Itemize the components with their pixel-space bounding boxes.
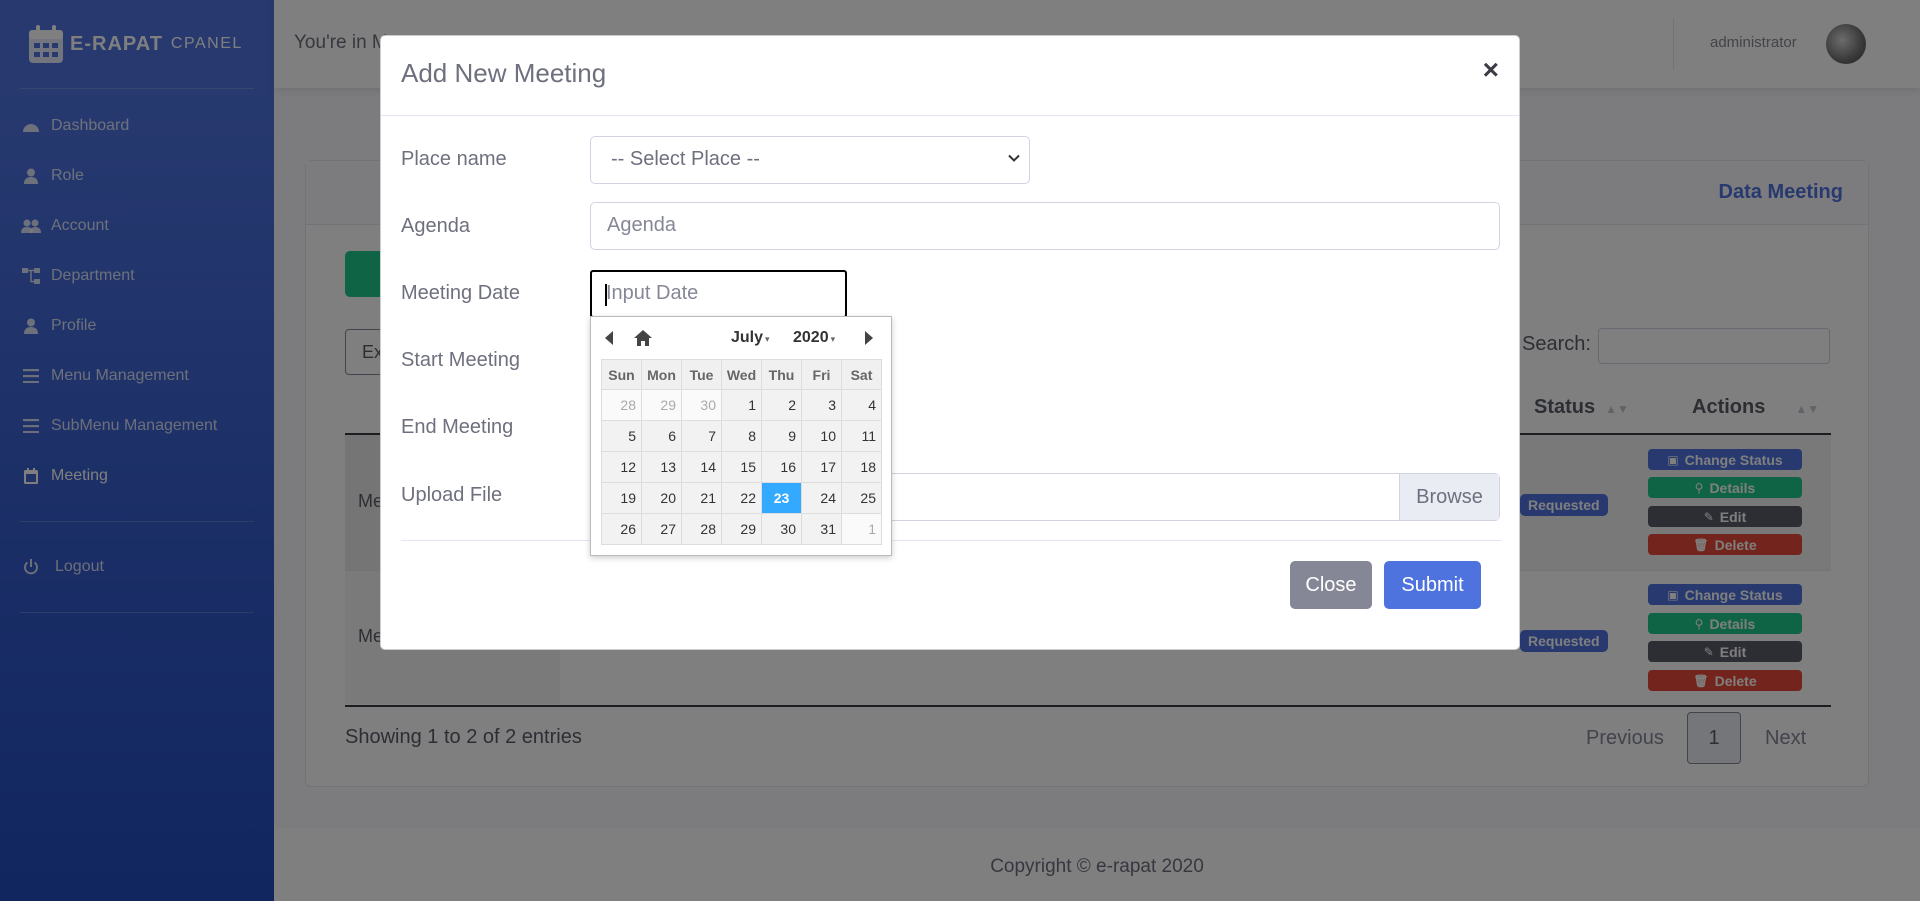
- calendar-day[interactable]: 16: [761, 451, 802, 483]
- agenda-label: Agenda: [401, 215, 470, 237]
- modal-header: Add New Meeting ×: [381, 36, 1519, 116]
- end-meeting-label: End Meeting: [401, 416, 514, 438]
- place-selected-value: -- Select Place --: [611, 148, 760, 170]
- calendar-day[interactable]: 30: [681, 389, 722, 421]
- calendar-day[interactable]: 1: [721, 389, 762, 421]
- month-label: July: [731, 329, 764, 346]
- add-meeting-modal: Add New Meeting × Place name -- Select P…: [380, 35, 1520, 650]
- calendar-day[interactable]: 9: [761, 420, 802, 452]
- meeting-date-label: Meeting Date: [401, 282, 520, 304]
- datepicker-header: July ▾ 2020 ▾: [591, 317, 891, 357]
- calendar-day[interactable]: 31: [801, 513, 842, 545]
- calendar-day[interactable]: 17: [801, 451, 842, 483]
- weekday-header: Tue: [681, 359, 722, 390]
- next-month-icon[interactable]: [863, 331, 873, 345]
- start-meeting-label: Start Meeting: [401, 349, 520, 371]
- modal-title: Add New Meeting: [401, 58, 607, 88]
- calendar-day-selected[interactable]: 23: [761, 482, 802, 514]
- calendar-grid: Sun Mon Tue Wed Thu Fri Sat 28 29 30 1 2…: [601, 359, 882, 545]
- calendar-day[interactable]: 12: [601, 451, 642, 483]
- calendar-day[interactable]: 26: [601, 513, 642, 545]
- weekday-header: Sat: [841, 359, 882, 390]
- weekday-header: Wed: [721, 359, 762, 390]
- calendar-day[interactable]: 29: [721, 513, 762, 545]
- calendar-day[interactable]: 7: [681, 420, 722, 452]
- home-icon[interactable]: [633, 329, 653, 347]
- calendar-day[interactable]: 3: [801, 389, 842, 421]
- year-select[interactable]: 2020 ▾: [793, 329, 835, 347]
- calendar-day[interactable]: 28: [681, 513, 722, 545]
- calendar-day[interactable]: 4: [841, 389, 882, 421]
- prev-month-icon[interactable]: [605, 331, 615, 345]
- calendar-day[interactable]: 13: [641, 451, 682, 483]
- calendar-day[interactable]: 20: [641, 482, 682, 514]
- date-placeholder: Input Date: [606, 282, 699, 304]
- caret-down-icon: ▾: [765, 334, 770, 344]
- calendar-day[interactable]: 15: [721, 451, 762, 483]
- calendar-day[interactable]: 25: [841, 482, 882, 514]
- agenda-placeholder: Agenda: [607, 214, 676, 236]
- calendar-day[interactable]: 5: [601, 420, 642, 452]
- calendar-day[interactable]: 28: [601, 389, 642, 421]
- calendar-day[interactable]: 21: [681, 482, 722, 514]
- place-select[interactable]: -- Select Place --: [590, 136, 1030, 184]
- calendar-day[interactable]: 27: [641, 513, 682, 545]
- close-button[interactable]: Close: [1290, 561, 1372, 609]
- calendar-day[interactable]: 19: [601, 482, 642, 514]
- calendar-day[interactable]: 14: [681, 451, 722, 483]
- place-label: Place name: [401, 148, 507, 170]
- calendar-week: 28 29 30 1 2 3 4: [601, 389, 882, 421]
- calendar-week: 5 6 7 8 9 10 11: [601, 420, 882, 452]
- browse-button[interactable]: Browse: [1399, 474, 1499, 520]
- calendar-day[interactable]: 30: [761, 513, 802, 545]
- meeting-date-input[interactable]: Input Date: [590, 270, 847, 318]
- calendar-day[interactable]: 29: [641, 389, 682, 421]
- calendar-week: 19 20 21 22 23 24 25: [601, 482, 882, 514]
- weekday-header: Sun: [601, 359, 642, 390]
- close-icon[interactable]: ×: [1483, 56, 1499, 84]
- calendar-day[interactable]: 2: [761, 389, 802, 421]
- calendar-day[interactable]: 8: [721, 420, 762, 452]
- upload-file-label: Upload File: [401, 484, 503, 506]
- calendar-week: 12 13 14 15 16 17 18: [601, 451, 882, 483]
- calendar-day[interactable]: 22: [721, 482, 762, 514]
- calendar-day[interactable]: 6: [641, 420, 682, 452]
- weekday-header: Mon: [641, 359, 682, 390]
- calendar-day[interactable]: 18: [841, 451, 882, 483]
- year-label: 2020: [793, 329, 829, 346]
- weekday-header: Thu: [761, 359, 802, 390]
- calendar-day[interactable]: 11: [841, 420, 882, 452]
- weekday-row: Sun Mon Tue Wed Thu Fri Sat: [601, 359, 882, 390]
- agenda-input[interactable]: Agenda: [590, 202, 1500, 250]
- modal-divider: [401, 540, 1501, 541]
- calendar-day[interactable]: 10: [801, 420, 842, 452]
- submit-button[interactable]: Submit: [1384, 561, 1481, 609]
- calendar-day[interactable]: 1: [841, 513, 882, 545]
- caret-down-icon: ▾: [830, 334, 836, 344]
- weekday-header: Fri: [801, 359, 842, 390]
- month-select[interactable]: July ▾: [731, 329, 770, 347]
- chevron-down-icon: [1008, 154, 1020, 162]
- datepicker: July ▾ 2020 ▾ Sun Mon Tue Wed Thu Fri Sat …: [590, 316, 892, 556]
- calendar-week: 26 27 28 29 30 31 1: [601, 513, 882, 545]
- calendar-day[interactable]: 24: [801, 482, 842, 514]
